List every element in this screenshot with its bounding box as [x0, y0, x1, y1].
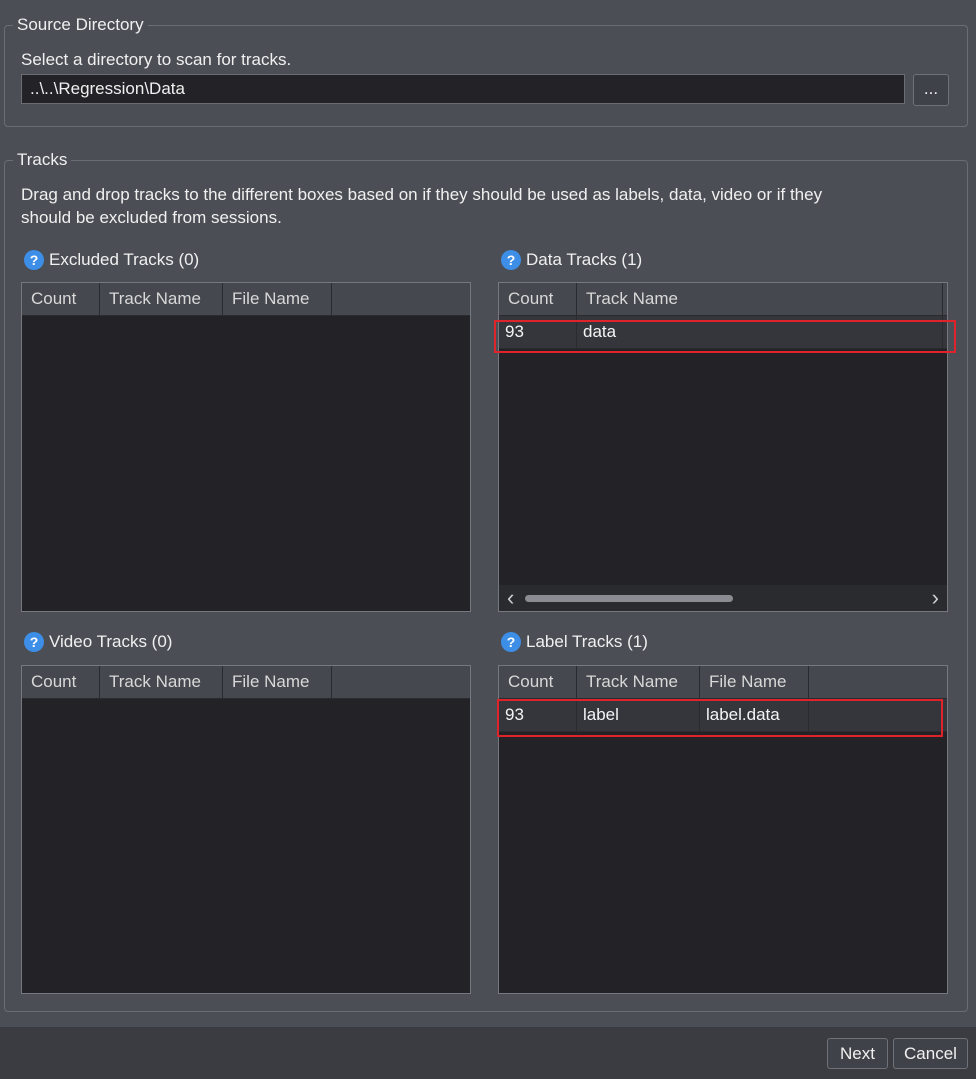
column-count[interactable]: Count — [499, 283, 577, 315]
table-header: Count Track Name — [499, 283, 947, 316]
help-icon[interactable]: ? — [501, 250, 521, 270]
tracks-description-line1: Drag and drop tracks to the different bo… — [21, 185, 823, 204]
source-directory-title: Source Directory — [13, 13, 148, 37]
column-file-name[interactable]: File Name — [700, 666, 809, 698]
cell-count: 93 — [499, 316, 577, 348]
video-tracks-title: Video Tracks (0) — [49, 632, 173, 651]
tracks-description: Drag and drop tracks to the different bo… — [21, 183, 921, 229]
column-count[interactable]: Count — [22, 666, 100, 698]
data-tracks-table[interactable]: Count Track Name 93 data ‹ › — [498, 282, 948, 612]
label-tracks-title: Label Tracks (1) — [526, 632, 648, 651]
column-track-name[interactable]: Track Name — [100, 283, 223, 315]
source-path-input[interactable]: ..\..\Regression\Data — [21, 74, 905, 104]
excluded-tracks-header: ? Excluded Tracks (0) — [24, 250, 199, 270]
tracks-description-line2: should be excluded from sessions. — [21, 208, 282, 227]
data-tracks-title: Data Tracks (1) — [526, 250, 643, 269]
table-header: Count Track Name File Name — [499, 666, 947, 699]
column-track-name[interactable]: Track Name — [577, 666, 700, 698]
next-button[interactable]: Next — [827, 1038, 888, 1069]
excluded-tracks-table[interactable]: Count Track Name File Name — [21, 282, 471, 612]
excluded-tracks-title: Excluded Tracks (0) — [49, 250, 200, 269]
column-track-name[interactable]: Track Name — [100, 666, 223, 698]
cancel-button[interactable]: Cancel — [893, 1038, 968, 1069]
source-directory-description: Select a directory to scan for tracks. — [21, 50, 292, 69]
column-file-name[interactable]: File Name — [223, 666, 332, 698]
video-tracks-header: ? Video Tracks (0) — [24, 632, 172, 652]
source-directory-group: Source Directory Select a directory to s… — [4, 13, 968, 127]
column-count[interactable]: Count — [22, 283, 100, 315]
help-icon[interactable]: ? — [24, 632, 44, 652]
label-tracks-table[interactable]: Count Track Name File Name 93 label labe… — [498, 665, 948, 994]
table-header: Count Track Name File Name — [22, 283, 470, 316]
label-tracks-header: ? Label Tracks (1) — [501, 632, 648, 652]
cell-file-name: label.data — [700, 699, 809, 731]
cell-track-name: label — [577, 699, 700, 731]
help-icon[interactable]: ? — [24, 250, 44, 270]
data-tracks-header: ? Data Tracks (1) — [501, 250, 642, 270]
table-header: Count Track Name File Name — [22, 666, 470, 699]
footer-bar: Next Cancel — [0, 1027, 976, 1079]
table-row[interactable]: 93 data — [499, 316, 947, 349]
horizontal-scrollbar[interactable]: ‹ › — [499, 585, 947, 611]
cell-track-name: data — [577, 316, 943, 348]
help-icon[interactable]: ? — [501, 632, 521, 652]
tracks-title: Tracks — [13, 148, 72, 172]
table-row[interactable]: 93 label label.data — [499, 699, 947, 732]
column-track-name[interactable]: Track Name — [577, 283, 943, 315]
cell-count: 93 — [499, 699, 577, 731]
browse-button[interactable]: ... — [913, 74, 949, 106]
scroll-left-icon[interactable]: ‹ — [507, 585, 514, 611]
column-count[interactable]: Count — [499, 666, 577, 698]
video-tracks-table[interactable]: Count Track Name File Name — [21, 665, 471, 994]
scroll-right-icon[interactable]: › — [932, 585, 939, 611]
scroll-thumb[interactable] — [525, 595, 733, 602]
column-file-name[interactable]: File Name — [223, 283, 332, 315]
